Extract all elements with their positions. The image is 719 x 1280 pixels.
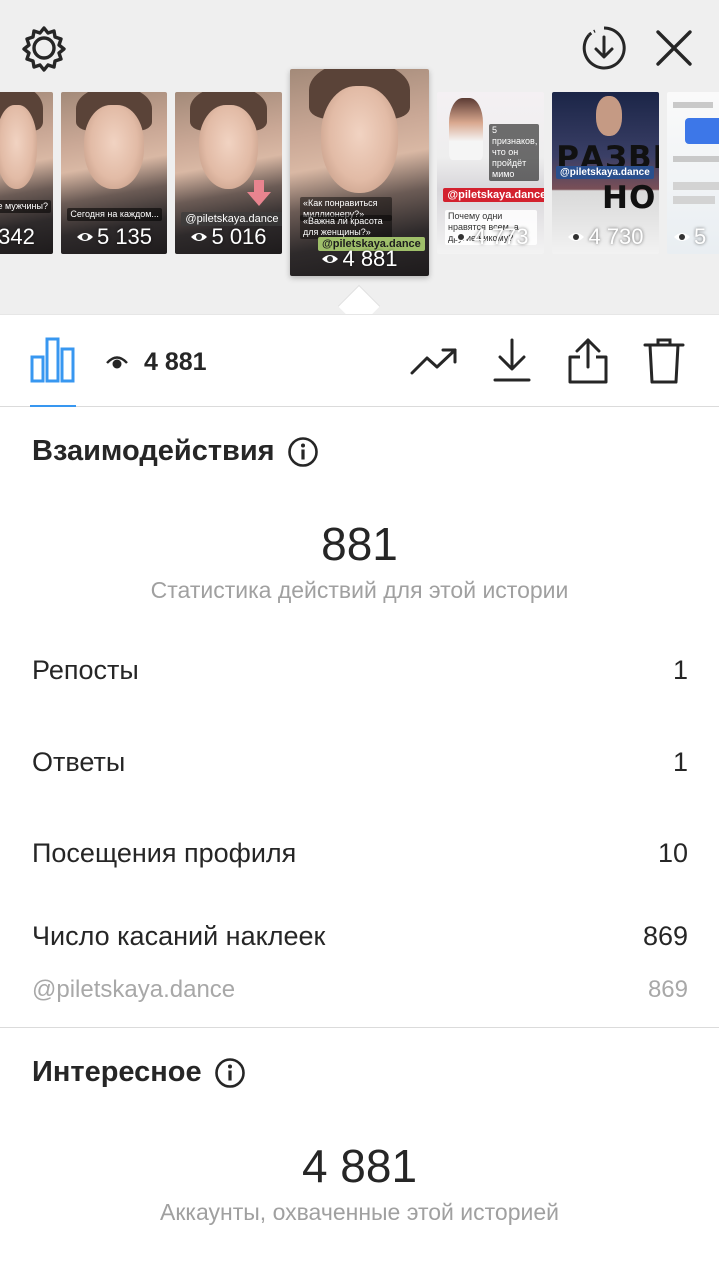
stat-value: 869	[642, 921, 688, 951]
trash-icon	[643, 338, 685, 384]
story-thumbnail[interactable]: ые мужчины? 342	[0, 92, 53, 254]
interactions-description: Статистика действий для этой истории	[150, 577, 569, 603]
story-toolbar: 4 881	[0, 315, 719, 407]
story-thumbnail[interactable]: 5	[667, 92, 719, 254]
story-view-count: 5 135	[96, 224, 153, 249]
story-views: 5 016	[175, 224, 282, 250]
info-icon[interactable]	[287, 436, 319, 468]
stat-label: Посещения профиля	[32, 838, 297, 868]
gear-icon	[22, 26, 66, 72]
story-caption: ые мужчины?	[0, 200, 51, 213]
story-view-count: 4 881	[342, 246, 398, 271]
eye-icon	[76, 233, 93, 241]
stat-row-sticker-mention: @piletskaya.dance 869	[32, 976, 688, 1004]
active-tab-indicator	[30, 405, 76, 407]
story-view-count: 5 016	[211, 224, 267, 249]
stat-row-sticker-taps: Число касаний наклеек 869	[32, 921, 688, 952]
trending-up-icon	[410, 348, 457, 375]
story-views: 5 135	[61, 224, 167, 250]
download-circle-icon	[582, 26, 626, 70]
interactions-title: Взаимодействия	[32, 435, 275, 467]
eye-icon	[453, 233, 470, 241]
story-thumbnails: ые мужчины? 342 Сегодня на каждом... 5 1…	[0, 68, 719, 313]
reach-total: 4 881	[301, 1140, 418, 1192]
story-sticker-tag: @piletskaya.dance	[556, 166, 654, 179]
interactions-total: 881	[321, 518, 398, 570]
close-icon	[656, 30, 692, 66]
story-view-count: 4 773	[473, 224, 529, 249]
stat-label: Ответы	[32, 747, 126, 777]
insights-panel: 4 881 Взаимодействия 881 Статистика дейс…	[0, 314, 719, 1280]
info-icon[interactable]	[214, 1057, 246, 1089]
sticker-mention-label: @piletskaya.dance	[32, 976, 236, 1003]
stat-value: 10	[657, 838, 688, 868]
story-thumbnail[interactable]: @piletskaya.dance 5 016	[175, 92, 282, 254]
reach-description: Аккаунты, охваченные этой историей	[160, 1199, 559, 1225]
stat-row-reposts: Репосты 1	[32, 655, 688, 686]
interactions-summary: 881 Статистика действий для этой истории	[0, 517, 719, 604]
stat-row-replies: Ответы 1	[32, 747, 688, 778]
story-caption: 5 признаков, что он пройдёт мимо	[489, 124, 539, 181]
story-views: 4 773	[437, 224, 544, 250]
bar-chart-icon	[30, 337, 75, 383]
interactions-header: Взаимодействия	[32, 435, 319, 468]
eye-icon	[568, 233, 585, 241]
story-thumbnail[interactable]: Сегодня на каждом... 5 135	[61, 92, 167, 254]
views-count: 4 881	[144, 347, 207, 376]
arrow-down-sticker-icon	[247, 180, 271, 206]
viewers-button[interactable]: 4 881	[106, 345, 207, 379]
promote-button[interactable]	[408, 337, 460, 385]
reach-summary: 4 881 Аккаунты, охваченные этой историей	[0, 1139, 719, 1226]
eye-icon	[106, 356, 128, 369]
share-icon	[568, 338, 608, 384]
sticker-mention-value: 869	[647, 976, 688, 1003]
download-story-button[interactable]	[578, 22, 630, 74]
settings-button[interactable]	[18, 22, 70, 74]
story-view-count: 342	[0, 224, 35, 249]
discovery-header: Интересное	[32, 1056, 246, 1089]
eye-icon	[674, 233, 690, 241]
story-caption: Сегодня на каждом...	[67, 208, 162, 221]
story-view-count: 4 730	[588, 224, 644, 249]
story-thumbnail-selected[interactable]: «Как понравиться миллионеру?» «Важна ли …	[290, 69, 429, 276]
stat-value: 1	[672, 747, 688, 777]
story-thumbnail[interactable]: РАЗВЕ @piletskaya.dance НОГИ 4 730	[552, 92, 659, 254]
story-views: 4 881	[290, 246, 429, 272]
story-big-text: НОГИ	[602, 180, 659, 216]
story-views: 342	[0, 224, 53, 250]
eye-icon	[191, 233, 208, 241]
story-sticker-tag: @piletskaya.dance	[443, 188, 544, 202]
stat-label: Репосты	[32, 655, 139, 685]
story-views: 4 730	[552, 224, 659, 250]
discovery-title: Интересное	[32, 1056, 202, 1088]
section-divider	[0, 1027, 719, 1028]
insights-tab[interactable]	[30, 335, 76, 407]
story-views: 5	[667, 224, 719, 250]
eye-icon	[322, 255, 339, 263]
save-button[interactable]	[486, 337, 538, 385]
close-button[interactable]	[648, 22, 700, 74]
stat-value: 1	[672, 655, 688, 685]
story-thumbnail[interactable]: 5 признаков, что он пройдёт мимо @pilets…	[437, 92, 544, 254]
delete-button[interactable]	[638, 337, 690, 385]
stat-label: Число касаний наклеек	[32, 921, 326, 951]
download-icon	[493, 338, 531, 382]
story-caption: «Важна ли красота для женщины?»	[300, 215, 392, 239]
story-strip-area: ые мужчины? 342 Сегодня на каждом... 5 1…	[0, 0, 719, 315]
stat-row-profile-visits: Посещения профиля 10	[32, 838, 688, 869]
share-button[interactable]	[562, 337, 614, 385]
story-view-count: 5	[694, 224, 707, 249]
